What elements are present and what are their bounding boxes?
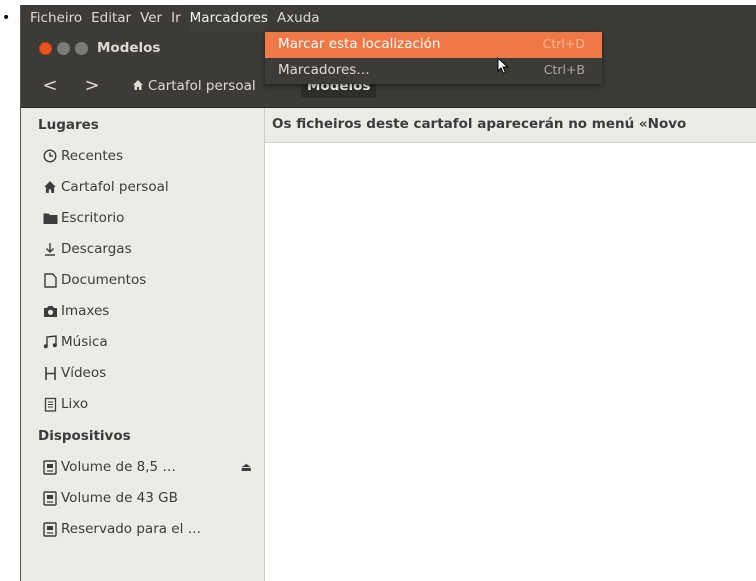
places-sidebar: Lugares Recentes Cartafol persoal Escrit… xyxy=(21,108,265,581)
screenshot-frame: Ficheiro Editar Ver Ir Marcadores Axuda … xyxy=(20,5,756,581)
breadcrumb-home-label: Cartafol persoal xyxy=(148,78,256,94)
file-view[interactable]: Os ficheiros deste cartafol aparecerán n… xyxy=(265,108,756,581)
eject-icon[interactable]: ⏏ xyxy=(241,460,252,474)
sidebar-item-documentos[interactable]: Documentos xyxy=(42,268,264,292)
music-icon xyxy=(42,334,58,350)
forward-button[interactable]: > xyxy=(81,75,103,97)
sidebar-item-musica[interactable]: Música xyxy=(42,330,264,354)
folder-icon xyxy=(42,210,58,226)
devices-heading: Dispositivos xyxy=(38,428,131,444)
drive-icon xyxy=(42,521,58,537)
sidebar-item-label: Música xyxy=(61,334,108,350)
menu-item-shortcut: Ctrl+B xyxy=(543,62,585,77)
sidebar-item-lixo[interactable]: Lixo xyxy=(42,392,264,416)
sidebar-item-videos[interactable]: Vídeos xyxy=(42,361,264,385)
trash-icon xyxy=(42,396,58,412)
menu-ficheiro[interactable]: Ficheiro xyxy=(30,5,82,32)
sidebar-item-recentes[interactable]: Recentes xyxy=(42,144,264,168)
film-icon xyxy=(42,365,58,381)
sidebar-item-volume-8-5[interactable]: Volume de 8,5 … ⏏ xyxy=(42,455,264,479)
menu-editar[interactable]: Editar xyxy=(91,5,131,32)
sidebar-item-reservado[interactable]: Reservado para el … xyxy=(42,517,264,541)
menu-bar: Ficheiro Editar Ver Ir Marcadores Axuda xyxy=(21,5,756,32)
sidebar-item-label: Recentes xyxy=(61,148,123,164)
sidebar-item-cartafol-persoal[interactable]: Cartafol persoal xyxy=(42,175,264,199)
breadcrumb-home[interactable]: Cartafol persoal xyxy=(126,74,262,98)
sidebar-item-label: Cartafol persoal xyxy=(61,179,169,195)
home-icon xyxy=(42,179,58,195)
sidebar-item-label: Volume de 8,5 … xyxy=(61,459,176,475)
menu-item-shortcut: Ctrl+D xyxy=(542,36,585,51)
drive-icon xyxy=(42,490,58,506)
menu-ir[interactable]: Ir xyxy=(171,5,181,32)
sidebar-item-volume-43gb[interactable]: Volume de 43 GB xyxy=(42,486,264,510)
menu-item-label: Marcar esta localización xyxy=(278,36,441,52)
download-icon xyxy=(42,241,58,257)
clock-icon xyxy=(42,148,58,164)
menu-axuda[interactable]: Axuda xyxy=(277,5,320,32)
sidebar-item-label: Documentos xyxy=(61,272,147,288)
sidebar-item-label: Escritorio xyxy=(61,210,125,226)
window-title: Modelos xyxy=(97,40,161,56)
sidebar-item-descargas[interactable]: Descargas xyxy=(42,237,264,261)
document-icon xyxy=(42,272,58,288)
menu-item-label: Marcadores… xyxy=(278,62,370,78)
menu-marcadores[interactable]: Marcadores xyxy=(189,5,268,32)
bookmarks-menu: Marcar esta localización Ctrl+D Marcador… xyxy=(265,32,602,84)
places-heading: Lugares xyxy=(38,117,99,133)
back-button[interactable]: < xyxy=(39,75,61,97)
sidebar-item-label: Volume de 43 GB xyxy=(61,490,178,506)
sidebar-item-label: Imaxes xyxy=(61,303,110,319)
sidebar-item-escritorio[interactable]: Escritorio xyxy=(42,206,264,230)
drive-icon xyxy=(42,459,58,475)
list-bullet: • xyxy=(2,10,11,26)
mouse-cursor-icon xyxy=(497,57,509,75)
sidebar-item-imaxes[interactable]: Imaxes xyxy=(42,299,264,323)
sidebar-item-label: Lixo xyxy=(61,396,89,412)
maximize-window-button[interactable] xyxy=(75,42,88,55)
menu-item-bookmark-location[interactable]: Marcar esta localización Ctrl+D xyxy=(265,32,602,58)
menu-item-bookmarks[interactable]: Marcadores… Ctrl+B xyxy=(265,58,602,84)
templates-info-text: Os ficheiros deste cartafol aparecerán n… xyxy=(272,116,687,132)
close-window-button[interactable] xyxy=(39,42,52,55)
sidebar-item-label: Reservado para el … xyxy=(61,521,202,537)
sidebar-item-label: Vídeos xyxy=(61,365,107,381)
camera-icon xyxy=(42,303,58,319)
minimize-window-button[interactable] xyxy=(57,42,70,55)
menu-ver[interactable]: Ver xyxy=(140,5,162,32)
sidebar-item-label: Descargas xyxy=(61,241,132,257)
info-bar: Os ficheiros deste cartafol aparecerán n… xyxy=(265,108,756,143)
home-icon xyxy=(133,80,143,90)
